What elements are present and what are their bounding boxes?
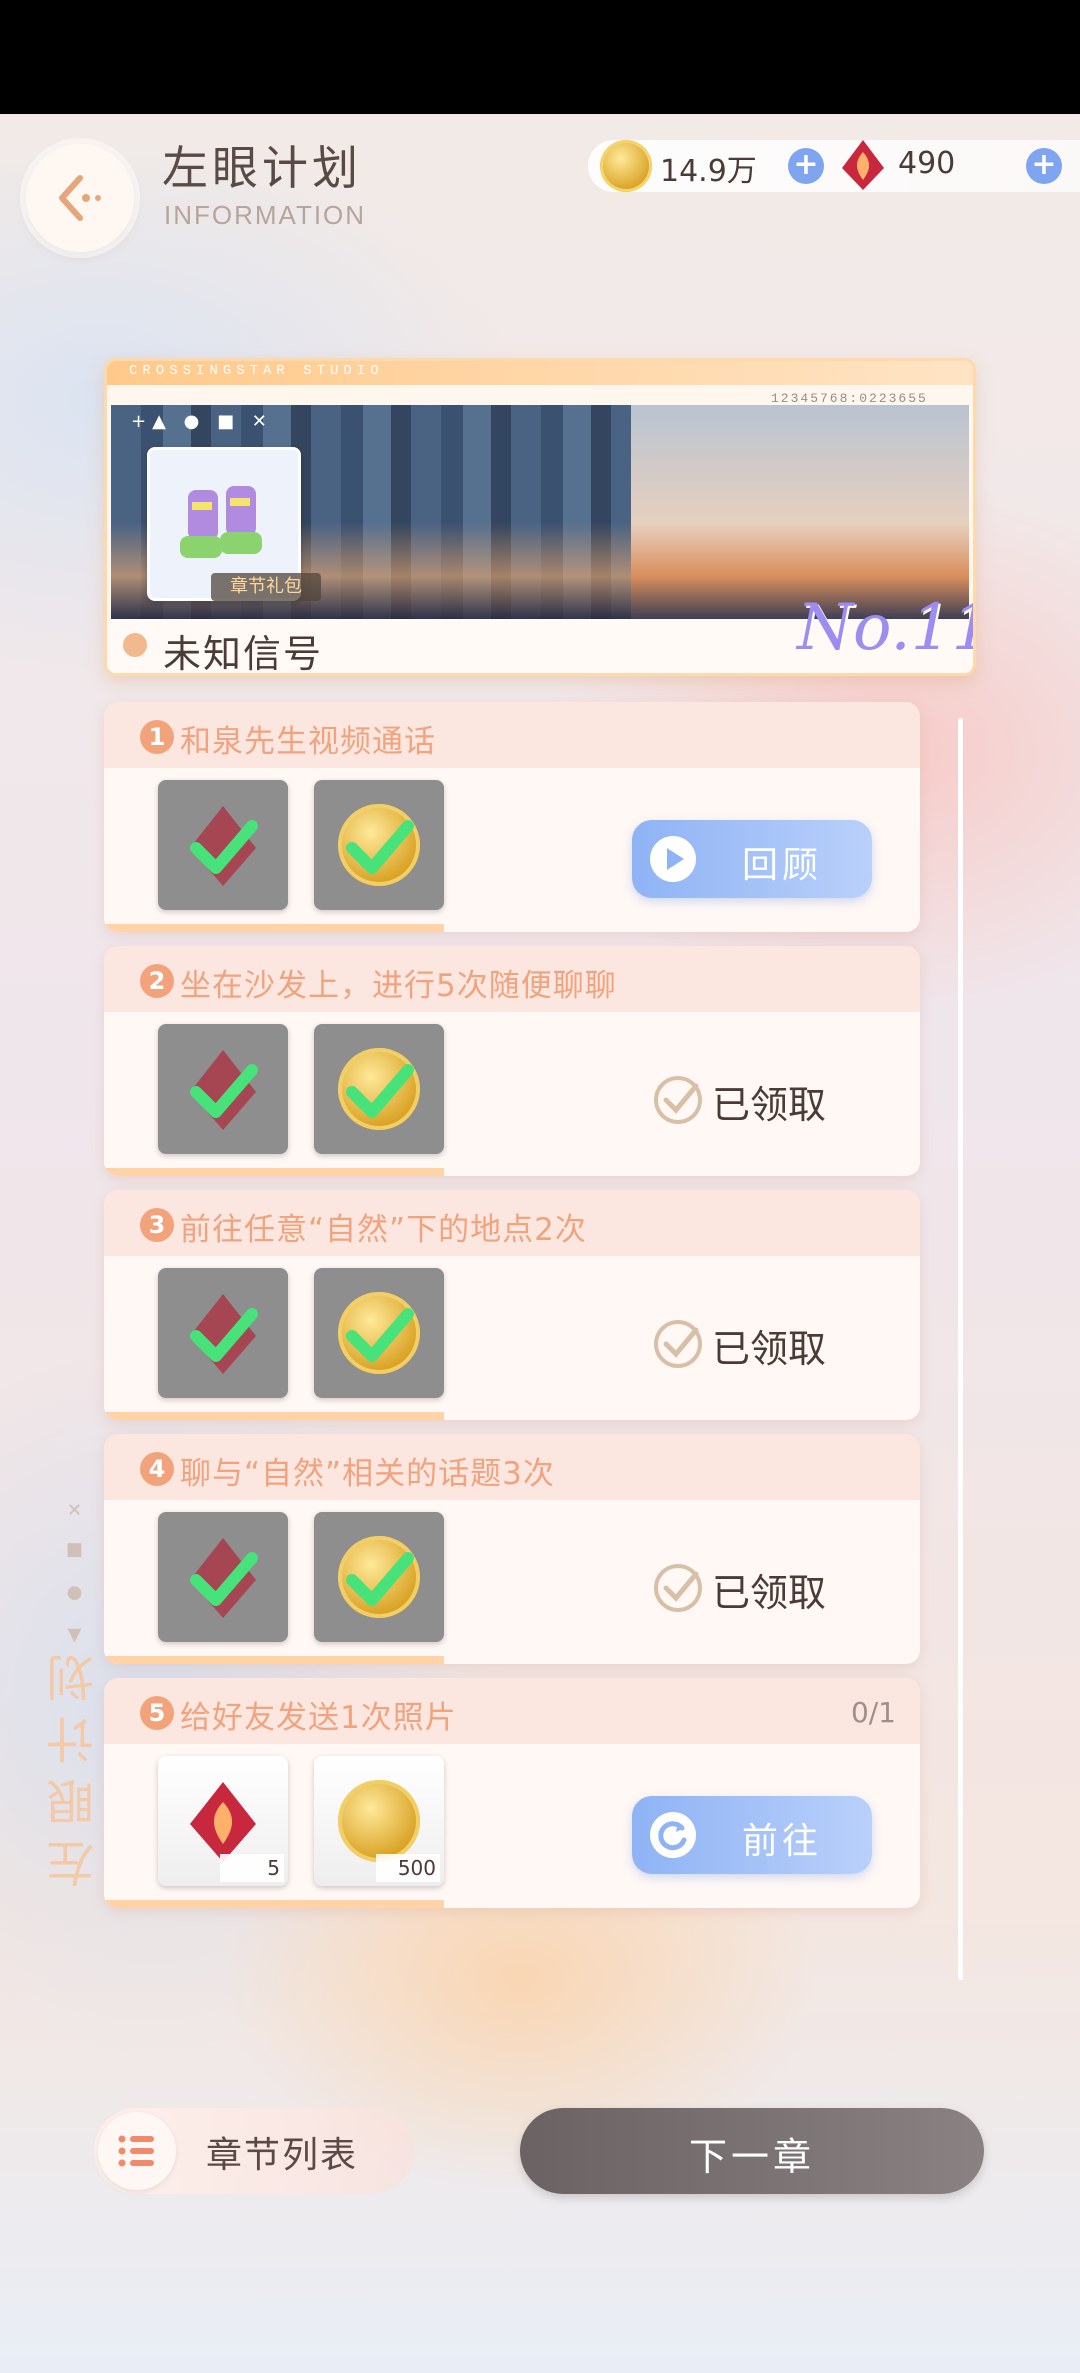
- claimed-check-icon: [654, 1564, 702, 1612]
- back-button[interactable]: [26, 144, 134, 252]
- checkmark-icon: [346, 1064, 414, 1118]
- claimed-check-icon: [654, 1320, 702, 1368]
- task-card-1: 1 和泉先生视频通话 回顾: [104, 702, 920, 932]
- task-number: 1: [140, 720, 174, 754]
- checkmark-icon: [346, 820, 414, 874]
- reward-coin-claimed: [314, 1512, 444, 1642]
- side-decor-symbols: ▲ ● ■ ✕: [64, 1490, 85, 1648]
- task-accent-bar: [104, 1900, 444, 1908]
- chapter-list-label: 章节列表: [206, 2135, 359, 2176]
- chapter-list-button[interactable]: 章节列表: [94, 2108, 414, 2194]
- task-card-3: 3 前往任意“自然”下的地点2次 已领取: [104, 1190, 920, 1420]
- chapter-number: No.11: [797, 591, 976, 665]
- studio-label: CROSSINGSTAR STUDIO: [129, 363, 384, 379]
- claimed-label: 已领取: [712, 1327, 827, 1371]
- back-arrow-icon: [59, 175, 101, 221]
- play-icon: [650, 836, 696, 882]
- task-number: 2: [140, 964, 174, 998]
- checkmark-icon: [346, 1552, 414, 1606]
- page-title: 左眼计划: [162, 141, 362, 195]
- reward-gem-claimed: [158, 780, 288, 910]
- reward-quantity: 5: [220, 1854, 284, 1882]
- go-button[interactable]: 前往: [632, 1796, 872, 1874]
- reward-gem-claimed: [158, 1268, 288, 1398]
- reward-gem-claimed: [158, 1512, 288, 1642]
- reward-coin[interactable]: 500: [314, 1756, 444, 1886]
- task-number: 4: [140, 1452, 174, 1486]
- refresh-icon: [650, 1812, 696, 1858]
- task-accent-bar: [104, 1168, 444, 1176]
- task-number: 3: [140, 1208, 174, 1242]
- task-accent-bar: [104, 1656, 444, 1664]
- claimed-label: 已领取: [712, 1083, 827, 1127]
- gem-icon: [190, 1782, 256, 1862]
- task-title: 坐在沙发上，进行5次随便聊聊: [180, 968, 617, 1004]
- checkmark-icon: [346, 1308, 414, 1362]
- checkmark-icon: [190, 1308, 258, 1362]
- review-button-label: 回顾: [742, 845, 823, 886]
- task-title: 和泉先生视频通话: [180, 724, 436, 760]
- coin-icon: [338, 1780, 420, 1862]
- go-button-label: 前往: [742, 1821, 823, 1862]
- gem-amount: 490: [898, 146, 956, 181]
- reward-coin-claimed: [314, 1268, 444, 1398]
- reward-coin-claimed: [314, 780, 444, 910]
- task-accent-bar: [104, 1412, 444, 1420]
- add-coins-button[interactable]: +: [788, 148, 824, 184]
- claimed-check-icon: [654, 1076, 702, 1124]
- reward-gem[interactable]: 5: [158, 1756, 288, 1886]
- task-title: 聊与“自然”相关的话题3次: [180, 1456, 555, 1492]
- next-chapter-label: 下一章: [688, 2135, 815, 2179]
- chapter-banner: CROSSINGSTAR STUDIO 12345768:0223655 +▲ …: [104, 358, 976, 676]
- scrollbar[interactable]: [958, 718, 963, 1980]
- claimed-label: 已领取: [712, 1571, 827, 1615]
- coin-amount: 14.9万: [660, 154, 757, 189]
- reward-gem-claimed: [158, 1024, 288, 1154]
- task-card-5: 5 给好友发送1次照片 0/1 5 500 前往: [104, 1678, 920, 1908]
- coin-icon: [600, 140, 652, 192]
- reward-quantity: 500: [376, 1854, 440, 1882]
- task-card-2: 2 坐在沙发上，进行5次随便聊聊 已领取: [104, 946, 920, 1176]
- task-card-4: 4 聊与“自然”相关的话题3次 已领取: [104, 1434, 920, 1664]
- review-button[interactable]: 回顾: [632, 820, 872, 898]
- banner-symbols: +▲ ● ■ ✕: [131, 411, 273, 432]
- gem-icon: [842, 140, 884, 190]
- task-progress: 0/1: [850, 1696, 896, 1729]
- add-gems-button[interactable]: +: [1026, 148, 1062, 184]
- checkmark-icon: [190, 820, 258, 874]
- checkmark-icon: [190, 1064, 258, 1118]
- serial-number: 12345768:0223655: [771, 391, 928, 406]
- status-bar: [0, 0, 1080, 114]
- reward-coin-claimed: [314, 1024, 444, 1154]
- task-title: 前往任意“自然”下的地点2次: [180, 1212, 587, 1248]
- task-title: 给好友发送1次照片: [180, 1700, 457, 1736]
- list-icon: [98, 2112, 176, 2190]
- chapter-dot-icon: [123, 633, 147, 657]
- sunset-sky: [631, 405, 969, 619]
- task-accent-bar: [104, 924, 444, 932]
- task-number: 5: [140, 1696, 174, 1730]
- side-vertical-title: 左眼计划: [47, 1640, 103, 1888]
- gift-pack-label: 章节礼包: [211, 573, 321, 601]
- checkmark-icon: [190, 1552, 258, 1606]
- chapter-name: 未知信号: [163, 632, 324, 676]
- page-subtitle: INFORMATION: [164, 200, 367, 230]
- next-chapter-button[interactable]: 下一章: [520, 2108, 984, 2194]
